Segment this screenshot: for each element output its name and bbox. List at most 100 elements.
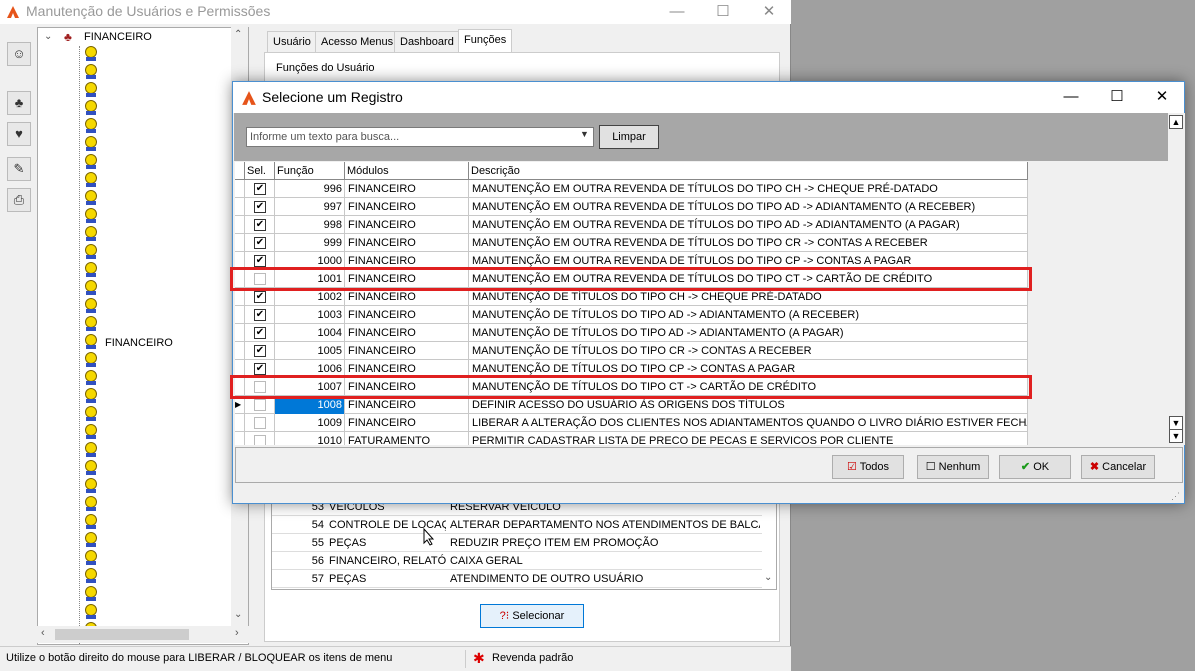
row-checkbox[interactable] [254,399,266,411]
printer-icon[interactable]: ⎙ [7,188,31,212]
table-row[interactable]: 55 PEÇAS REDUZIR PREÇO ITEM EM PROMOÇÃO [272,534,762,552]
row-checkbox[interactable]: ✔ [254,237,266,249]
table-row[interactable]: ✔ 997 FINANCEIRO MANUTENÇÃO EM OUTRA REVEND… [235,198,1028,216]
row-checkbox[interactable]: ✔ [254,219,266,231]
user-permission-icon[interactable] [84,442,98,458]
user-permission-icon[interactable] [84,190,98,206]
tab-acesso-menus[interactable]: Acesso Menus [315,31,400,53]
row-select-cell[interactable]: ✔ [245,306,275,324]
user-permission-icon[interactable] [84,460,98,476]
main-minimize-button[interactable]: — [654,0,700,24]
row-checkbox[interactable]: ✔ [254,345,266,357]
user-permission-icon[interactable] [84,496,98,512]
row-select-cell[interactable]: ✔ [245,198,275,216]
row-select-cell[interactable]: ✔ [245,234,275,252]
user-permission-icon[interactable] [84,46,98,62]
grid-header-sel[interactable]: Sel. [245,162,275,180]
row-checkbox[interactable]: ✔ [254,309,266,321]
row-checkbox[interactable]: ✔ [254,327,266,339]
scroll-down-icon[interactable]: ⌄ [234,609,242,620]
tree-group-label[interactable]: FINANCEIRO [105,337,173,349]
user-permission-icon[interactable] [84,550,98,566]
tab-dashboard[interactable]: Dashboard [394,31,460,53]
user-functions-grid[interactable]: 53 VEÍCULOS RESERVAR VEÍCULO 54 CONTROLE DE … [271,495,777,590]
table-row[interactable]: 56 FINANCEIRO, RELATÓR CAIXA GERAL [272,552,762,570]
table-row[interactable]: ✔ 1003 FINANCEIRO MANUTENÇÃO DE TÍTULOS DO … [235,306,1028,324]
user-permission-icon[interactable] [84,136,98,152]
user-permission-icon[interactable] [84,280,98,296]
row-checkbox[interactable]: ✔ [254,201,266,213]
tab-funcoes[interactable]: Funções [458,29,513,53]
table-row[interactable]: 1010 FATURAMENTO PERMITIR CADASTRAR LISTA … [235,432,1028,445]
user-permission-icon[interactable] [84,370,98,386]
tree-root-label[interactable]: FINANCEIRO [84,31,152,43]
row-checkbox[interactable]: ✔ [254,255,266,267]
users-icon[interactable]: ♣ [7,91,31,115]
grid-scroll-up-icon[interactable]: ▲ [1169,115,1183,129]
user-permission-icon[interactable] [84,586,98,602]
tree-horizontal-scrollbar[interactable]: ‹ › [37,626,249,643]
ok-button[interactable]: ✔ OK [999,455,1071,479]
tree-expand-icon[interactable]: ⌄ [44,31,52,42]
row-select-cell[interactable]: ✔ [245,216,275,234]
user-permission-icon[interactable] [84,478,98,494]
user-permission-icon[interactable] [84,424,98,440]
select-none-button[interactable]: ☐ Nenhum [917,455,989,479]
permission-tree[interactable]: ⌄ ♣ FINANCEIRO FINANCEIRO [37,27,249,645]
row-select-cell[interactable]: ✔ [245,324,275,342]
user-permission-icon[interactable] [84,568,98,584]
row-checkbox[interactable]: ✔ [254,183,266,195]
table-row[interactable]: ✔ 1004 FINANCEIRO MANUTENÇÃO DE TÍTULOS DO … [235,324,1028,342]
row-checkbox[interactable] [254,435,266,445]
search-input[interactable]: Informe um texto para busca... [246,127,594,147]
user-permission-icon[interactable] [84,514,98,530]
user-permission-icon[interactable] [84,208,98,224]
user-permission-icon[interactable] [84,406,98,422]
user-key-icon[interactable]: ☺ [7,42,31,66]
dialog-vertical-scrollbar[interactable]: ▲ ▼ ▼ [1168,113,1185,445]
scroll-up-icon[interactable]: ⌃ [234,29,242,40]
tab-usuario[interactable]: Usuário [267,31,317,53]
dialog-maximize-button[interactable]: ☐ [1094,85,1140,109]
row-checkbox[interactable]: ✔ [254,363,266,375]
table-row[interactable]: 1009 FINANCEIRO LIBERAR A ALTERAÇÃO DOS CL… [235,414,1028,432]
grid-scroll-bottom-icon[interactable]: ▼ [1169,416,1183,430]
table-row[interactable]: 57 PEÇAS ATENDIMENTO DE OUTRO USUÁRIO [272,570,762,588]
table-row[interactable]: 54CONTROLE DE LOCAÇÃOALTERAR DEPARTAMENT… [272,516,762,534]
main-close-button[interactable]: ✕ [746,0,792,24]
user-lock-icon[interactable]: ♥ [7,122,31,146]
row-checkbox[interactable]: ✔ [254,291,266,303]
grid-header-funcao[interactable]: Função [275,162,345,180]
user-permission-icon[interactable] [84,352,98,368]
row-select-cell[interactable] [245,414,275,432]
user-permission-icon[interactable] [84,604,98,620]
user-permission-icon[interactable] [84,388,98,404]
cancel-button[interactable]: ✖ Cancelar [1081,455,1155,479]
user-permission-icon[interactable] [84,298,98,314]
user-permission-icon[interactable] [84,316,98,332]
select-button[interactable]: ?⁝ Selecionar [480,604,584,628]
row-select-cell[interactable] [245,432,275,445]
user-permission-icon[interactable] [84,262,98,278]
scroll-thumb[interactable] [55,629,189,640]
table-row[interactable]: ✔ 996 FINANCEIRO MANUTENÇÃO EM OUTRA REVEND… [235,180,1028,198]
user-permission-icon[interactable] [84,244,98,260]
user-permission-icon[interactable] [84,226,98,242]
select-all-button[interactable]: ☑ Todos [832,455,904,479]
table-row[interactable]: ✔ 999 FINANCEIRO MANUTENÇÃO EM OUTRA REVEND… [235,234,1028,252]
grid-header-modulos[interactable]: Módulos [345,162,469,180]
records-grid[interactable]: Sel. Função Módulos Descrição ✔ 996 FINANC… [235,162,1028,445]
table-row[interactable]: ✔ 998 FINANCEIRO MANUTENÇÃO EM OUTRA REVEND… [235,216,1028,234]
row-select-cell[interactable]: ✔ [245,180,275,198]
grid-header-descricao[interactable]: Descrição [469,162,1028,180]
row-select-cell[interactable]: ✔ [245,342,275,360]
edit-list-icon[interactable]: ✎ [7,157,31,181]
row-checkbox[interactable] [254,417,266,429]
scroll-left-icon[interactable]: ‹ [41,627,45,639]
clear-button[interactable]: Limpar [599,125,659,149]
user-permission-icon[interactable] [84,154,98,170]
user-permission-icon[interactable] [84,100,98,116]
user-permission-icon[interactable] [84,172,98,188]
user-permission-icon[interactable] [84,64,98,80]
resize-grip-icon[interactable]: ⋰ [1171,491,1180,502]
